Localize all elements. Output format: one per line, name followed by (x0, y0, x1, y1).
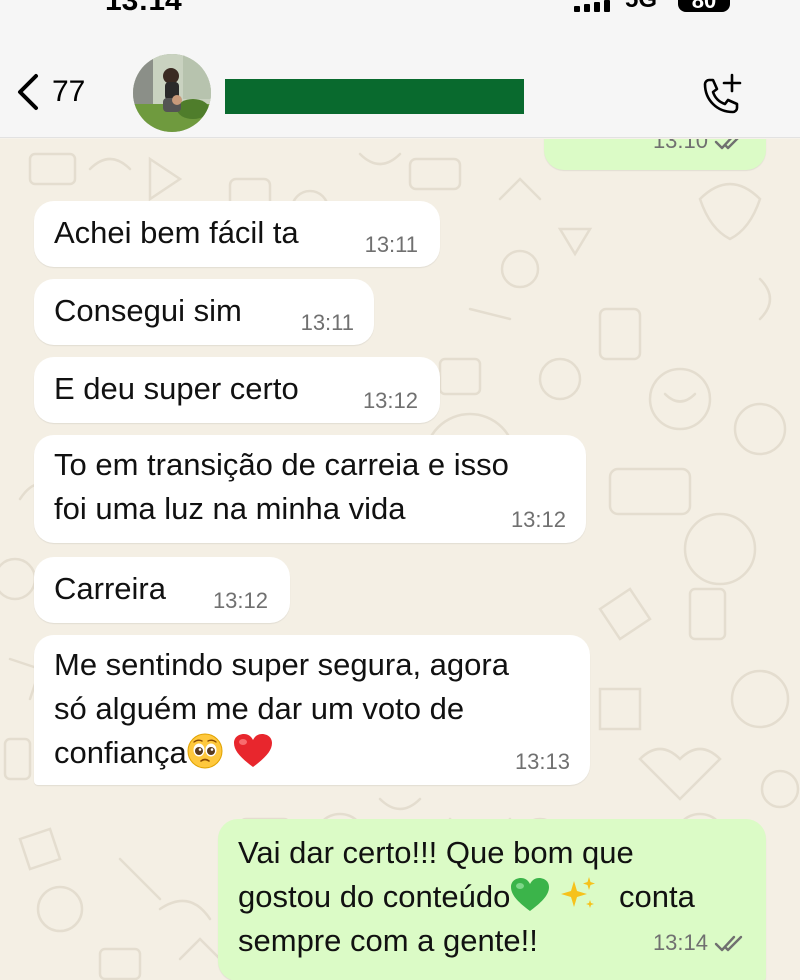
message-text-line-with-emoji: confiança (54, 731, 273, 775)
network-label: 5G (625, 0, 657, 14)
message-time: 13:11 (300, 310, 354, 335)
message-time: 13:14 (652, 930, 708, 955)
chat-screen: 13:14 5G 80 77 (0, 0, 800, 980)
message-text-line-with-emoji: gostou do conteúdo conta (238, 875, 695, 919)
status-bar: 13:14 5G 80 (0, 0, 800, 20)
battery-icon: 80 (678, 0, 730, 13)
message-time: 13:11 (364, 232, 418, 257)
phone-plus-icon (703, 73, 742, 114)
message-text: E deu super certo (54, 371, 299, 406)
green-heart-emoji-icon (511, 878, 550, 911)
signal-icon (574, 0, 610, 12)
back-button[interactable]: 77 (14, 72, 85, 112)
pleading-face-emoji-icon (187, 733, 223, 769)
message-meta: 13:10 (653, 139, 744, 163)
add-call-button[interactable] (695, 70, 747, 122)
message-text-line: sempre com a gente!! (238, 923, 538, 958)
message-text: Achei bem fácil ta (54, 215, 299, 250)
chevron-left-icon (18, 74, 38, 110)
message-meta: 13:14 (653, 921, 744, 965)
chat-header: 77 (0, 20, 800, 138)
message-time: 13:10 (652, 139, 708, 153)
message-incoming[interactable]: E deu super certo 13:12 (34, 357, 440, 423)
message-incoming[interactable]: To em transição de carreia e isso foi um… (34, 435, 586, 543)
message-text-line: só alguém me dar um voto de (54, 691, 465, 726)
double-check-icon (714, 139, 739, 150)
message-time: 13:12 (362, 388, 418, 413)
message-time: 13:13 (514, 749, 570, 774)
message-text-line: To em transição de carreia e isso (54, 447, 509, 482)
message-time: 13:12 (510, 507, 566, 532)
message-text: Carreira (54, 571, 166, 606)
battery-level: 80 (691, 0, 717, 13)
double-check-icon (714, 935, 743, 952)
message-incoming[interactable]: Me sentindo super segura, agora só algué… (34, 635, 590, 785)
message-text-line: conta (618, 879, 695, 914)
avatar-photo (133, 54, 211, 132)
message-incoming[interactable]: Carreira 13:12 (34, 557, 290, 623)
status-time: 13:14 (105, 0, 182, 17)
message-text-line: foi uma luz na minha vida (54, 491, 406, 526)
sparkles-emoji-icon (561, 877, 596, 908)
message-text-line: Vai dar certo!!! Que bom que (238, 835, 634, 870)
avatar[interactable] (133, 54, 211, 132)
unread-count: 77 (52, 75, 86, 108)
message-incoming[interactable]: Achei bem fácil ta 13:11 (34, 201, 440, 267)
message-text-line: Me sentindo super segura, agora (54, 647, 509, 682)
message-outgoing[interactable]: 13:10 (544, 139, 766, 170)
message-time: 13:12 (212, 588, 268, 613)
message-text-line: gostou do conteúdo (238, 879, 511, 914)
message-text: Consegui sim (54, 293, 242, 328)
chat-area[interactable]: 13:10 Achei bem fácil ta 13:11 Consegui … (0, 139, 800, 980)
message-incoming[interactable]: Consegui sim 13:11 (34, 279, 374, 345)
message-text-line: confiança (54, 735, 187, 770)
contact-name-redacted[interactable] (225, 79, 524, 114)
red-heart-emoji-icon (233, 734, 272, 767)
message-outgoing[interactable]: Vai dar certo!!! Que bom que gostou do c… (218, 819, 766, 980)
